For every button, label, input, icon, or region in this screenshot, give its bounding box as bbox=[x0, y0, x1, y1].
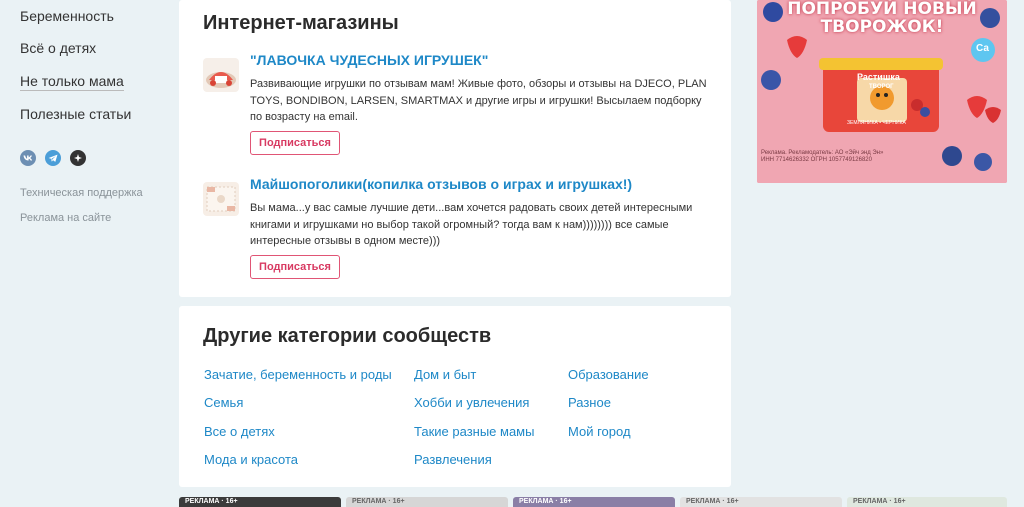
sidebar-link-not-only-mom[interactable]: Не только мама bbox=[20, 73, 124, 91]
ok-icon[interactable] bbox=[70, 150, 86, 166]
shop-description: Вы мама...у вас самые лучшие дети...вам … bbox=[250, 202, 693, 247]
sidebar-link-all-about-kids[interactable]: Всё о детях bbox=[20, 40, 96, 56]
category-link[interactable]: Хобби и увлечения bbox=[414, 395, 529, 410]
category-link[interactable]: Дом и быт bbox=[414, 367, 476, 382]
shop-name-link[interactable]: Майшопоголики(копилка отзывов о играх и … bbox=[250, 176, 632, 192]
ad-label: РЕКЛАМА · 16+ bbox=[686, 498, 739, 505]
category-link[interactable]: Разное bbox=[568, 395, 611, 410]
telegram-icon[interactable] bbox=[45, 150, 61, 166]
category-link[interactable]: Все о детях bbox=[204, 424, 275, 439]
category-link[interactable]: Образование bbox=[568, 367, 649, 382]
ad-product: ТВОРОГ bbox=[869, 84, 894, 90]
shop-thumbnail[interactable] bbox=[203, 58, 239, 92]
subscribe-button[interactable]: Подписаться bbox=[250, 131, 340, 155]
tech-support-link[interactable]: Техническая поддержка bbox=[20, 187, 143, 199]
sidebar-link-pregnancy[interactable]: Беременность bbox=[20, 8, 114, 24]
bottom-ad[interactable]: РЕКЛАМА · 16+ bbox=[847, 497, 1007, 507]
ad-label: РЕКЛАМА · 16+ bbox=[519, 498, 572, 505]
ad-badge: Са bbox=[976, 43, 989, 54]
ad-label: РЕКЛАМА · 16+ bbox=[853, 498, 906, 505]
online-shops-title: Интернет-магазины bbox=[203, 12, 399, 34]
shop-thumbnail[interactable] bbox=[203, 182, 239, 216]
ad-headline: ПОПРОБУЙ НОВЫЙ ТВОРОЖОК! bbox=[787, 0, 977, 37]
other-categories-title: Другие категории сообществ bbox=[203, 325, 492, 347]
ad-flavor: ЗЕМЛЯНИКА • ЧЕРНИКА bbox=[847, 120, 906, 126]
social-links bbox=[20, 150, 86, 166]
ad-label: РЕКЛАМА · 16+ bbox=[352, 498, 405, 505]
category-link[interactable]: Зачатие, беременность и роды bbox=[204, 367, 392, 382]
shop-name-link[interactable]: "ЛАВОЧКА ЧУДЕСНЫХ ИГРУШЕК" bbox=[250, 52, 488, 68]
ad-label: РЕКЛАМА · 16+ bbox=[185, 498, 238, 505]
ad-brand: Растишка bbox=[857, 72, 900, 82]
online-shops-card: Интернет-магазины "ЛАВОЧКА ЧУДЕСНЫХ ИГРУ… bbox=[179, 0, 731, 297]
bottom-ad[interactable]: РЕКЛАМА · 16+ bbox=[680, 497, 842, 507]
bottom-ad[interactable]: РЕКЛАМА · 16+ bbox=[513, 497, 675, 507]
category-link[interactable]: Развлечения bbox=[414, 452, 492, 467]
vk-icon[interactable] bbox=[20, 150, 36, 166]
ad-legal-text: Реклама. Рекламодатель: АО «Эйч энд Эн» … bbox=[761, 150, 884, 163]
category-link[interactable]: Мода и красота bbox=[204, 452, 298, 467]
other-categories-card: Другие категории сообществ Зачатие, бере… bbox=[179, 306, 731, 487]
sidebar: Беременность Всё о детях Не только мама … bbox=[0, 0, 170, 507]
category-link[interactable]: Семья bbox=[204, 395, 243, 410]
bottom-ad[interactable]: РЕКЛАМА · 16+ bbox=[346, 497, 508, 507]
subscribe-button[interactable]: Подписаться bbox=[250, 255, 340, 279]
bottom-ad[interactable]: РЕКЛАМА · 16+ bbox=[179, 497, 341, 507]
ad-banner[interactable]: ПОПРОБУЙ НОВЫЙ ТВОРОЖОК! Растишка ТВОРОГ… bbox=[757, 0, 1007, 183]
advertising-link[interactable]: Реклама на сайте bbox=[20, 212, 111, 224]
shop-description: Развивающие игрушки по отзывам мам! Живы… bbox=[250, 78, 707, 123]
category-link[interactable]: Мой город bbox=[568, 424, 631, 439]
sidebar-link-useful-articles[interactable]: Полезные статьи bbox=[20, 106, 131, 122]
category-link[interactable]: Такие разные мамы bbox=[414, 424, 534, 439]
